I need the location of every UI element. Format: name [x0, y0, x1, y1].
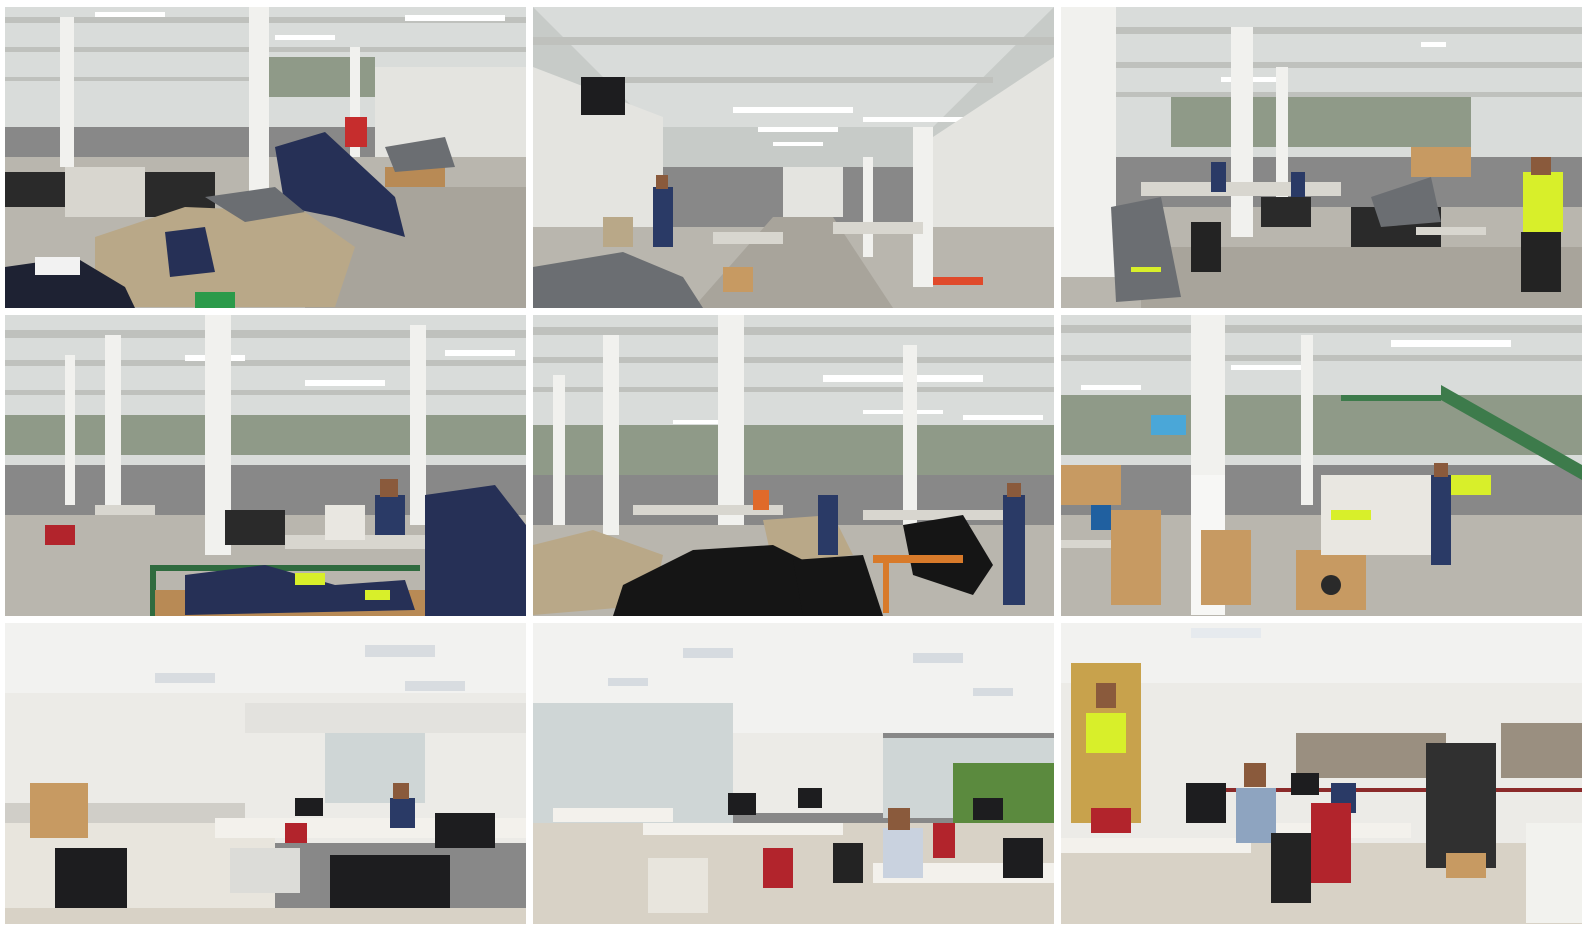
photo-office-printer: [5, 623, 526, 924]
photo-sewing-hivis: [1061, 7, 1582, 308]
photo-office-poster: [1061, 623, 1582, 924]
photo-open-plan-office: [533, 623, 1054, 924]
photo-factory-fabric-piles: [5, 7, 526, 308]
photo-factory-aisle: [533, 7, 1054, 308]
photo-sewing-hall-piles: [533, 315, 1054, 616]
photo-collage: [5, 7, 1593, 935]
photo-sewing-navy-fabric: [5, 315, 526, 616]
photo-packing-area: [1061, 315, 1582, 616]
